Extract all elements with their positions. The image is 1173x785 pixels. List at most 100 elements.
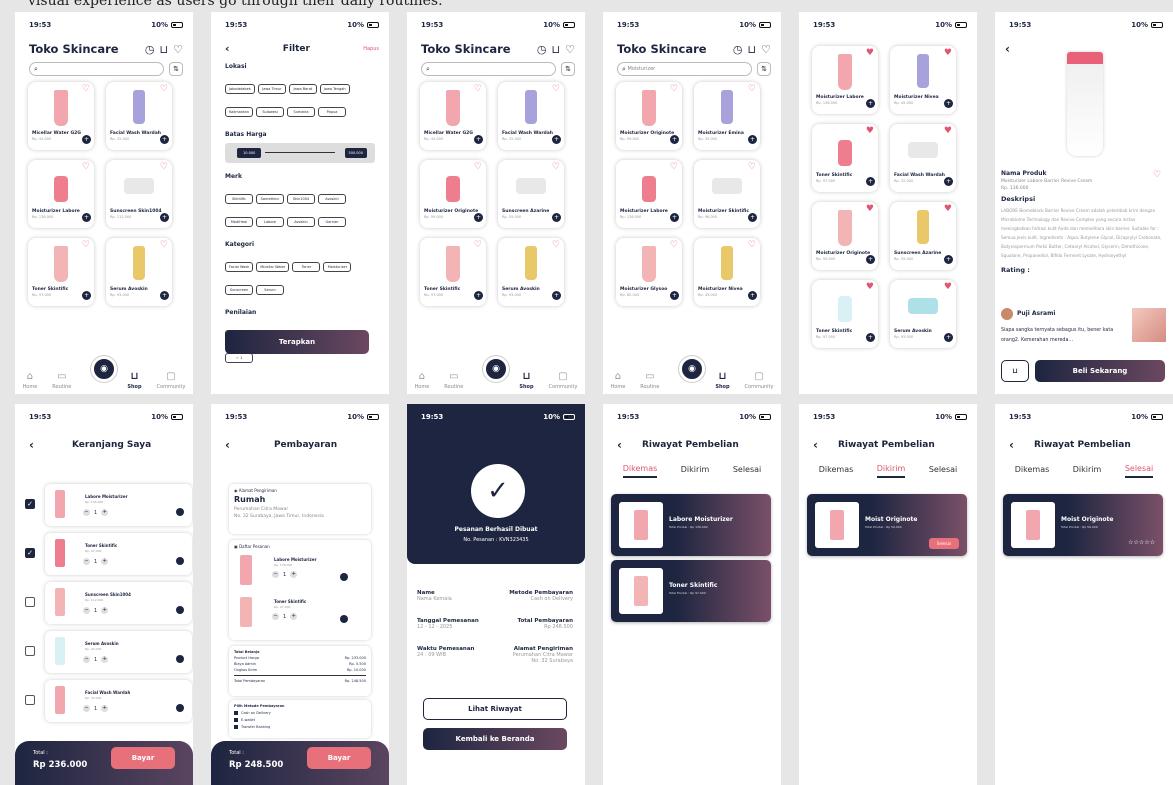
minus-icon[interactable]: − — [83, 656, 90, 663]
filter-chip[interactable]: Sulawesi — [256, 107, 284, 117]
add-icon[interactable]: + — [944, 177, 953, 186]
nav-home[interactable]: ⌂ Home — [23, 371, 38, 390]
add-icon[interactable]: + — [866, 177, 875, 186]
back-icon[interactable]: ‹ — [1005, 42, 1010, 56]
product-card[interactable]: ♡ Facial Wash Wardah Rp. 32.000 + — [106, 82, 172, 150]
history-card[interactable]: Labore Moisturizer Total Produk : Rp 136.… — [611, 494, 771, 556]
product-card[interactable]: ♡ Moisturizer Skintific Rp. 98.000 + — [694, 160, 760, 228]
heart-icon[interactable]: ♡ — [748, 240, 756, 250]
product-card[interactable]: ♥ Toner Skintific Rp. 97.000 + — [812, 124, 878, 192]
delete-icon[interactable] — [340, 573, 348, 581]
heart-icon[interactable]: ♡ — [565, 43, 575, 56]
scan-button[interactable]: ◉ — [91, 356, 117, 382]
heart-icon[interactable]: ♥ — [944, 126, 952, 136]
filter-chip[interactable]: Skintific — [225, 194, 253, 204]
minus-icon[interactable]: − — [83, 607, 90, 614]
heart-icon[interactable]: ♡ — [160, 84, 168, 94]
back-icon[interactable]: ‹ — [813, 438, 818, 452]
plus-icon[interactable]: + — [101, 509, 109, 516]
nav-routine[interactable]: ▭ Routine — [444, 371, 463, 390]
product-card[interactable]: ♥ Serum Avoskin Rp. 93.000 + — [890, 280, 956, 348]
cart-icon[interactable]: ⊔ — [748, 43, 757, 56]
heart-icon[interactable]: ♡ — [82, 162, 90, 172]
add-icon[interactable]: + — [670, 291, 679, 300]
back-icon[interactable]: ‹ — [225, 438, 230, 452]
filter-chip[interactable]: Jabodetabek — [225, 84, 255, 94]
minus-icon[interactable]: − — [272, 613, 279, 620]
cart-item[interactable]: Facial Wash Wardah Rp. 32.000 −1 + — [45, 680, 192, 722]
tab-dikemas[interactable]: Dikemas — [819, 465, 854, 477]
product-card[interactable]: ♡ Moisturizer Labore Rp. 136.000 + — [28, 160, 94, 228]
nav-shop[interactable]: ⊔ Shop — [127, 371, 141, 390]
product-card[interactable]: ♡ Sunscreen Azarine Rp. 55.000 + — [498, 160, 564, 228]
history-card[interactable]: Moist Originote Total Produk : Rp 59.000 ☆… — [1003, 494, 1163, 556]
heart-icon[interactable]: ♥ — [866, 282, 874, 292]
product-card[interactable]: ♥ Moisturizer Originote Rp. 59.000 + — [812, 202, 878, 270]
heart-icon[interactable]: ♡ — [670, 162, 678, 172]
add-icon[interactable]: + — [474, 291, 483, 300]
cart-icon[interactable]: ⊔ — [160, 43, 169, 56]
plus-icon[interactable]: + — [290, 613, 298, 620]
product-card[interactable]: ♡ Serum Avoskin Rp. 93.000 + — [498, 238, 564, 306]
plus-icon[interactable]: + — [101, 656, 109, 663]
add-icon[interactable]: + — [748, 135, 757, 144]
nav-community[interactable]: ▢ Community — [745, 371, 774, 390]
quantity-stepper[interactable]: −1 + — [83, 509, 109, 516]
heart-icon[interactable]: ♥ — [866, 204, 874, 214]
price-range[interactable]: 10.000 500.000 — [225, 143, 375, 163]
item-checkbox[interactable] — [25, 695, 35, 705]
nav-shop[interactable]: ⊔ Shop — [519, 371, 533, 390]
add-icon[interactable]: + — [748, 213, 757, 222]
minus-icon[interactable]: − — [83, 705, 90, 712]
search-input[interactable]: ⌕ — [421, 62, 556, 76]
filter-chip[interactable]: Jawa Tengah — [319, 84, 350, 94]
minus-icon[interactable]: − — [83, 558, 90, 565]
tab-selesai[interactable]: Selesai — [929, 465, 957, 477]
heart-icon[interactable]: ♥ — [866, 48, 874, 58]
add-icon[interactable]: + — [82, 291, 91, 300]
plus-icon[interactable]: + — [101, 558, 109, 565]
filter-chip[interactable]: Papua — [318, 107, 346, 117]
tab-selesai[interactable]: Selesai — [733, 465, 761, 477]
filter-chip[interactable]: Toner — [292, 262, 321, 272]
product-card[interactable]: ♥ Facial Wash Wardah Rp. 32.000 + — [890, 124, 956, 192]
history-card[interactable]: Moist Originote Total Produk : Rp 59.000 S… — [807, 494, 967, 556]
heart-icon[interactable]: ♡ — [82, 240, 90, 250]
heart-icon[interactable]: ♡ — [474, 240, 482, 250]
search-input[interactable]: ⌕ — [29, 62, 164, 76]
payment-method[interactable]: Transfer Banking — [234, 725, 366, 729]
heart-icon[interactable]: ♡ — [552, 240, 560, 250]
view-history-button[interactable]: Lihat Riwayat — [423, 698, 567, 720]
nav-routine[interactable]: ▭ Routine — [52, 371, 71, 390]
add-to-cart-button[interactable]: ⊔ — [1001, 360, 1029, 382]
add-icon[interactable]: + — [474, 135, 483, 144]
nav-home[interactable]: ⌂ Home — [611, 371, 626, 390]
history-icon[interactable]: ◷ — [733, 43, 743, 56]
filter-chip[interactable]: Somethinc — [256, 194, 284, 204]
product-card[interactable]: ♥ Moisturizer Nivea Rp. 45.000 + — [890, 46, 956, 114]
product-card[interactable]: ♡ Facial Wash Wardah Rp. 32.000 + — [498, 82, 564, 150]
tab-dikirim[interactable]: Dikirim — [1073, 465, 1102, 477]
filter-chip[interactable]: Moisturizer — [323, 262, 352, 272]
filter-chip[interactable]: Labore — [256, 217, 284, 227]
nav-shop[interactable]: ⊔ Shop — [715, 371, 729, 390]
heart-icon[interactable]: ♡ — [748, 162, 756, 172]
history-icon[interactable]: ◷ — [145, 43, 155, 56]
product-card[interactable]: ♡ Toner Skintific Rp. 97.000 + — [420, 238, 486, 306]
heart-icon[interactable]: ♥ — [944, 48, 952, 58]
minus-icon[interactable]: − — [83, 509, 90, 516]
filter-chip[interactable]: Skin1004 — [287, 194, 315, 204]
apply-button[interactable]: Terapkan — [225, 330, 369, 354]
cart-item[interactable]: Sunscreen Skin1004 Rp. 112.000 −1 + — [45, 582, 192, 624]
product-card[interactable]: ♡ Moisturizer Glysoo Rp. 80.000 + — [616, 238, 682, 306]
heart-icon[interactable]: ♡ — [748, 84, 756, 94]
buy-now-button[interactable]: Beli Sekarang — [1035, 360, 1165, 382]
heart-icon[interactable]: ♡ — [474, 84, 482, 94]
item-checkbox[interactable] — [25, 646, 35, 656]
filter-chip[interactable]: Avoskin — [318, 194, 346, 204]
history-card[interactable]: Toner Skintific Total Produk : Rp 97.000 — [611, 560, 771, 622]
tab-dikirim[interactable]: Dikirim — [876, 464, 906, 478]
nav-routine[interactable]: ▭ Routine — [640, 371, 659, 390]
heart-icon[interactable]: ♡ — [474, 162, 482, 172]
nav-home[interactable]: ⌂ Home — [415, 371, 430, 390]
